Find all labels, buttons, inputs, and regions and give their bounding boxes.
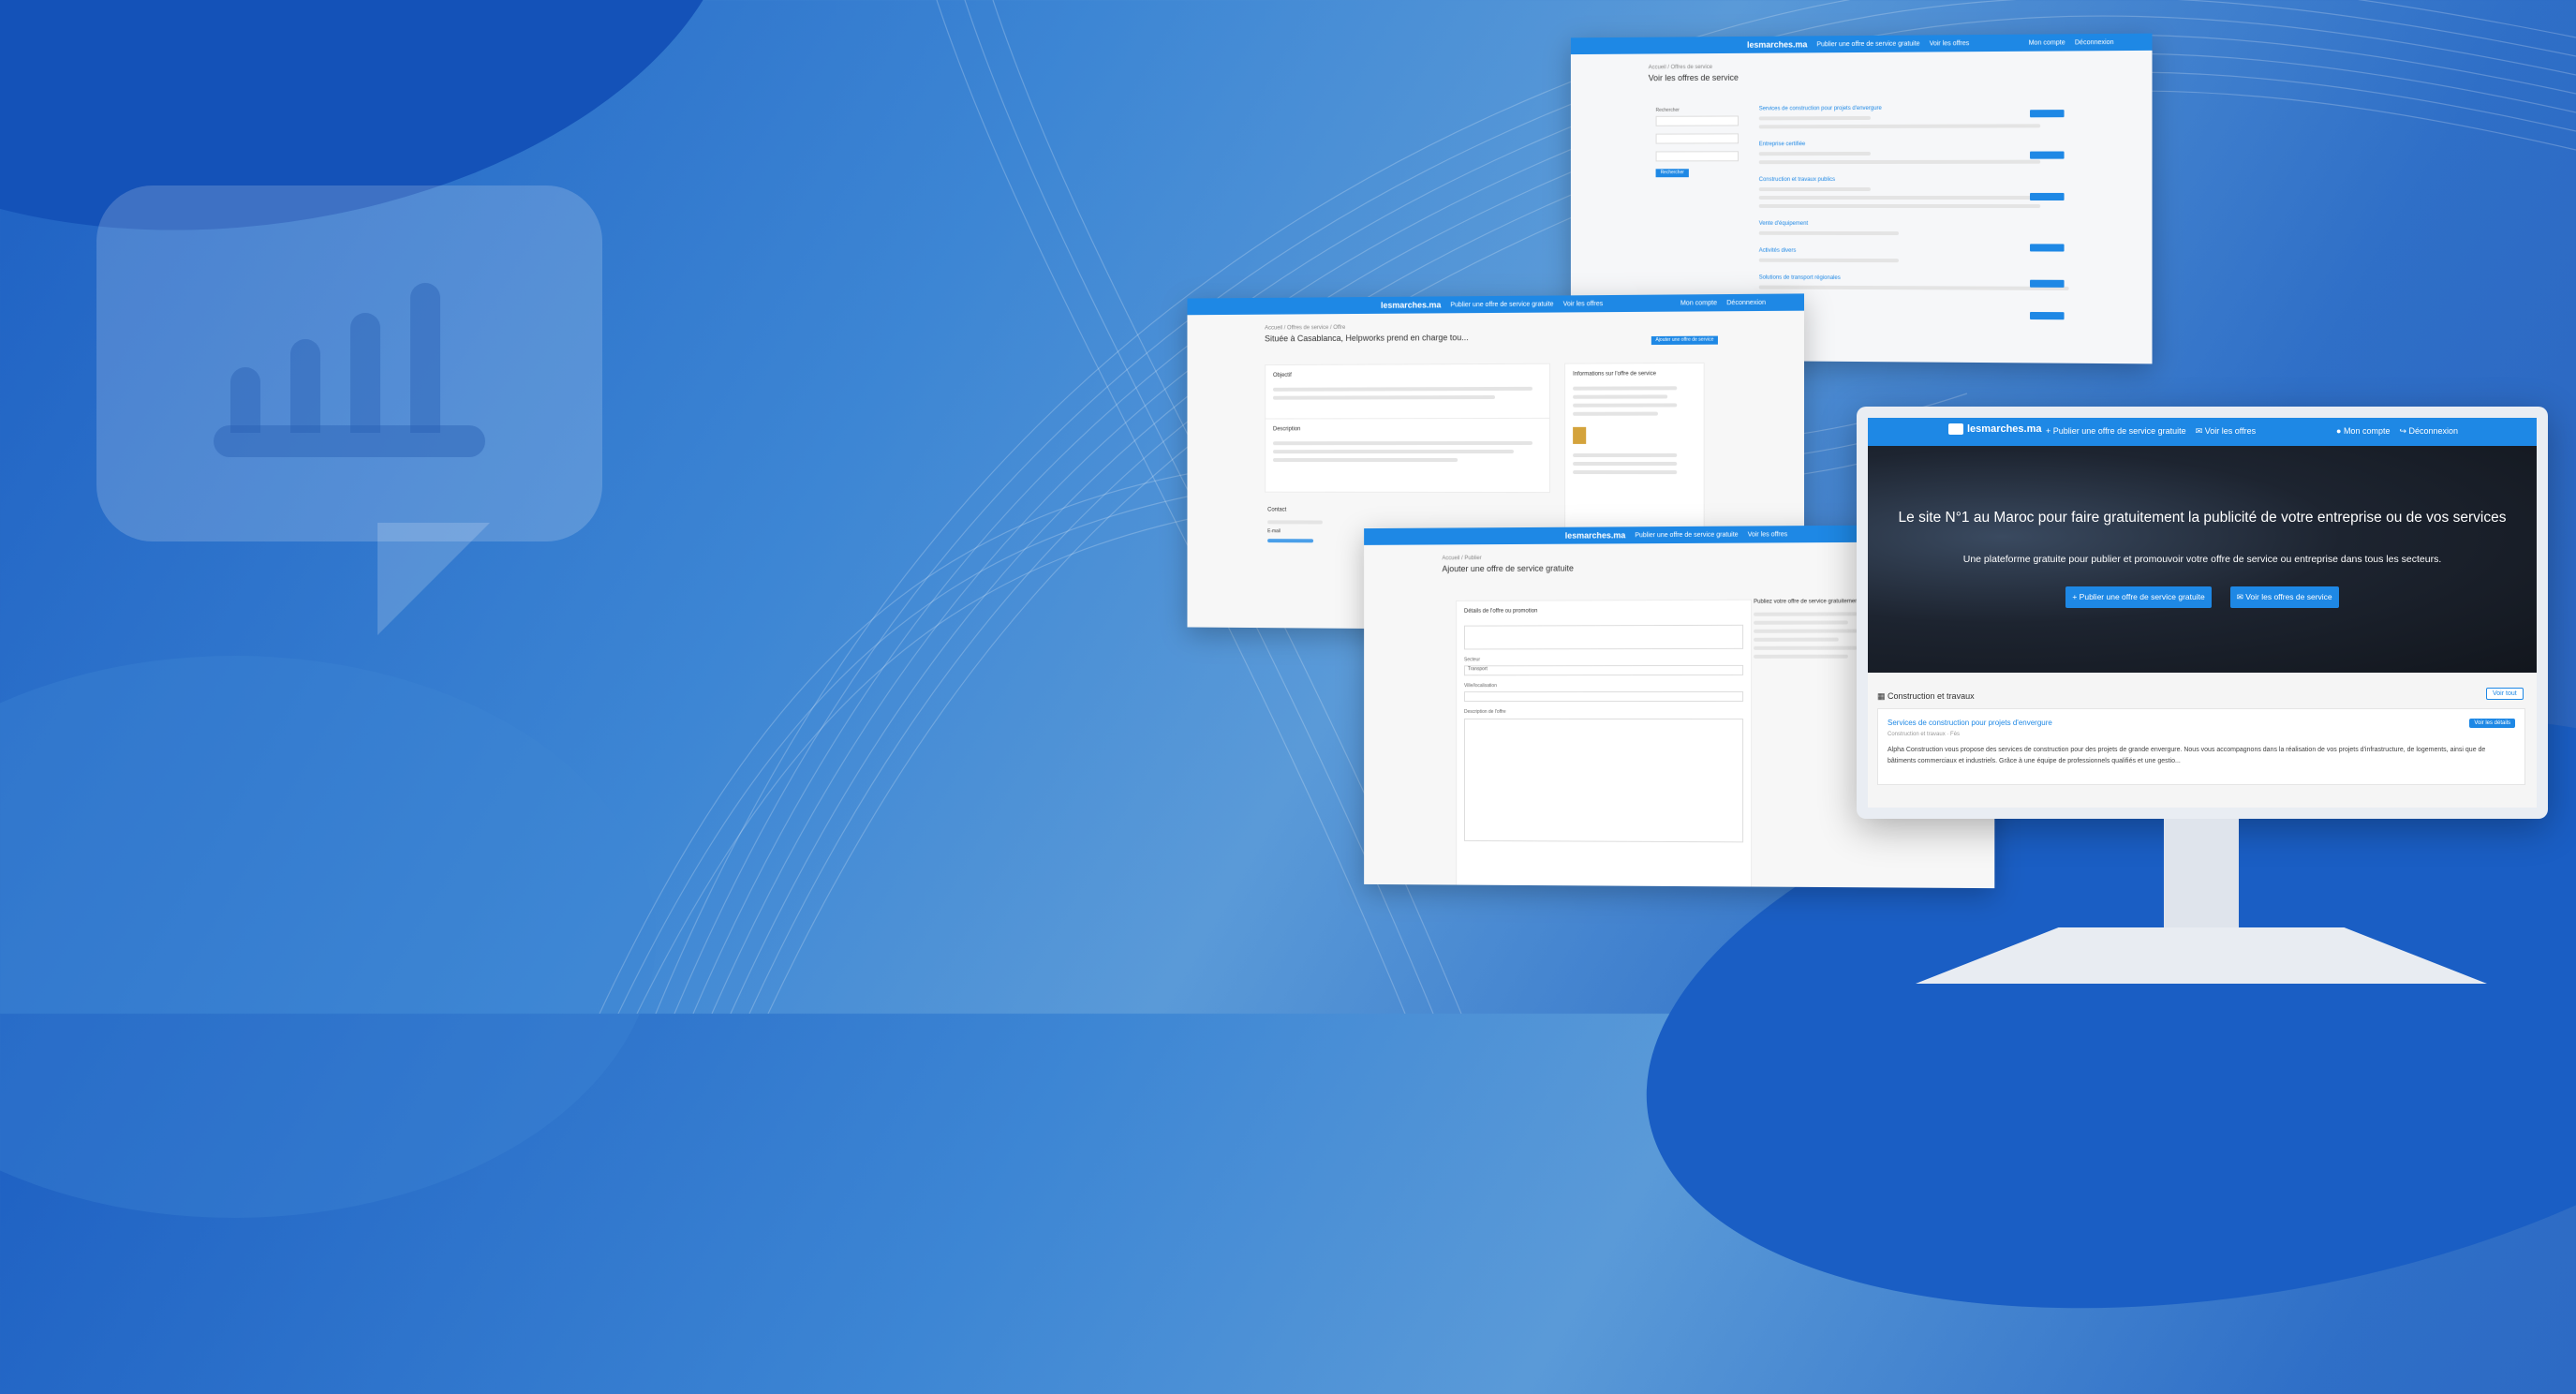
monitor: lesmarches.ma + Publier une offre de ser… (1857, 407, 2548, 819)
navbar: lesmarches.ma Publier une offre de servi… (1187, 293, 1804, 315)
offer-card: Services de construction pour projets d'… (1877, 708, 2525, 785)
navbar: lesmarches.ma Publier une offre de servi… (1571, 34, 2153, 54)
add-offer-button[interactable]: Ajouter une offre de service (1651, 336, 1718, 345)
offer-meta: Construction et travaux · Fès (1888, 732, 1960, 737)
nav-offers-link[interactable]: Voir les offres (1748, 531, 1787, 538)
objective-panel: Objectif (1265, 363, 1550, 421)
city-select[interactable] (1656, 151, 1739, 161)
publish-offer-button[interactable]: + Publier une offre de service gratuite (2065, 586, 2211, 608)
view-details-button[interactable]: Voir les détails (2469, 719, 2515, 728)
list-item[interactable]: Vente d'équipement (1759, 221, 2065, 235)
email-link[interactable] (1267, 539, 1313, 542)
offer-title[interactable]: Activités divers (1759, 248, 2065, 255)
plus-icon: + (2072, 592, 2079, 601)
hero-subtitle: Une plateforme gratuite pour publier et … (1868, 554, 2537, 565)
view-details-button[interactable] (2030, 193, 2065, 200)
search-input[interactable] (1656, 115, 1739, 126)
offer-title[interactable]: Solutions de transport régionales (1759, 275, 2065, 282)
nav-logout-link[interactable]: Déconnexion (1726, 299, 1766, 305)
nav-logout-link[interactable]: Déconnexion (2075, 38, 2114, 45)
nav-logout-link[interactable]: ↪ Déconnexion (2399, 426, 2458, 437)
offer-description: Alpha Construction vous propose des serv… (1888, 745, 2515, 767)
description-label: Description de l'offre (1464, 709, 1743, 715)
view-offers-button[interactable]: ✉ Voir les offres de service (2230, 586, 2339, 608)
sector-select[interactable]: Transport (1464, 665, 1743, 675)
company-logo (1573, 427, 1586, 444)
info-label: Informations sur l'offre de service (1573, 371, 1695, 378)
view-details-button[interactable] (2030, 280, 2065, 288)
title-input[interactable] (1464, 625, 1743, 650)
navbar: lesmarches.ma + Publier une offre de ser… (1868, 418, 2537, 446)
list-item[interactable]: Entreprise certifiée (1759, 141, 2065, 164)
detail-buttons (2030, 110, 2065, 319)
nav-account-link[interactable]: ● Mon compte (2336, 426, 2390, 437)
view-details-button[interactable] (2030, 244, 2065, 251)
breadcrumb: Accueil / Offres de service / Offre (1265, 322, 1804, 332)
search-button[interactable]: Rechercher (1656, 169, 1689, 177)
offer-title[interactable]: Services de construction pour projets d'… (1759, 105, 2065, 111)
city-select[interactable] (1464, 691, 1743, 702)
page-title: Voir les offres de service (1649, 70, 2153, 82)
filter-label: Rechercher (1656, 108, 1739, 113)
nav-offers-link[interactable]: ✉ Voir les offres (2196, 426, 2256, 437)
offer-title[interactable]: Entreprise certifiée (1759, 141, 2065, 147)
view-details-button[interactable] (2030, 152, 2065, 159)
chat-chart-icon (96, 185, 602, 626)
list-item[interactable]: Activités divers (1759, 248, 2065, 263)
side-info: Publiez votre offre de service gratuitem… (1754, 599, 1867, 663)
form-section-title: Détails de l'offre ou promotion (1464, 608, 1743, 615)
contact-label: Contact (1267, 507, 1536, 513)
nav-account-link[interactable]: Mon compte (2029, 39, 2065, 46)
nav-publish-link[interactable]: Publier une offre de service gratuite (1816, 40, 1919, 48)
side-title: Publiez votre offre de service gratuitem… (1754, 599, 1867, 604)
section-title: ▦ Construction et travaux (1877, 691, 1975, 702)
list-item[interactable]: Solutions de transport régionales (1759, 275, 2065, 290)
sector-label: Secteur (1464, 657, 1743, 662)
sector-select[interactable] (1656, 133, 1739, 143)
nav-offers-link[interactable]: Voir les offres (1563, 301, 1604, 307)
nav-publish-link[interactable]: Publier une offre de service gratuite (1450, 301, 1553, 308)
page-title: Située à Casablanca, Helpworks prend en … (1265, 331, 1804, 343)
description-editor[interactable] (1464, 719, 1743, 842)
list-item[interactable]: Construction et travaux publics (1759, 177, 2065, 208)
logo[interactable]: lesmarches.ma (1747, 39, 1807, 49)
nav-publish-link[interactable]: Publier une offre de service gratuite (1635, 531, 1738, 539)
logo[interactable]: lesmarches.ma (1381, 300, 1441, 309)
objective-label: Objectif (1273, 372, 1542, 378)
building-icon: ▦ (1877, 691, 1886, 701)
offer-title[interactable]: Construction et travaux publics (1759, 177, 2065, 183)
list-item[interactable]: Services de construction pour projets d'… (1759, 105, 2065, 128)
logo[interactable]: lesmarches.ma (1565, 530, 1626, 540)
description-panel: Description (1265, 418, 1550, 493)
nav-account-link[interactable]: Mon compte (1680, 300, 1717, 306)
monitor-stand-neck (2164, 819, 2239, 929)
see-all-button[interactable]: Voir tout (2486, 688, 2524, 700)
city-label: Ville/localisation (1464, 683, 1743, 689)
breadcrumb: Accueil / Offres de service (1649, 62, 2153, 70)
filter-panel: Rechercher Rechercher (1649, 100, 1746, 199)
hero-banner: Le site N°1 au Maroc pour faire gratuite… (1868, 446, 2537, 673)
mail-icon: ✉ (2237, 592, 2245, 601)
homepage-screen: lesmarches.ma + Publier une offre de ser… (1868, 418, 2537, 808)
logo[interactable]: lesmarches.ma (1948, 423, 2042, 435)
nav-publish-link[interactable]: + Publier une offre de service gratuite (2046, 426, 2186, 437)
offer-title[interactable]: Services de construction pour projets d'… (1888, 719, 2052, 727)
description-label: Description (1273, 426, 1542, 432)
hero-title: Le site N°1 au Maroc pour faire gratuite… (1868, 510, 2537, 526)
nav-offers-link[interactable]: Voir les offres (1930, 40, 1970, 47)
form-panel: Détails de l'offre ou promotion Secteur … (1456, 600, 1752, 888)
view-details-button[interactable] (2030, 110, 2065, 117)
offers-list: Services de construction pour projets d'… (1759, 105, 2065, 295)
offer-title[interactable]: Vente d'équipement (1759, 221, 2065, 227)
logo-text: lesmarches.ma (1967, 423, 2042, 435)
logo-icon (1948, 423, 1963, 435)
view-details-button[interactable] (2030, 312, 2065, 319)
